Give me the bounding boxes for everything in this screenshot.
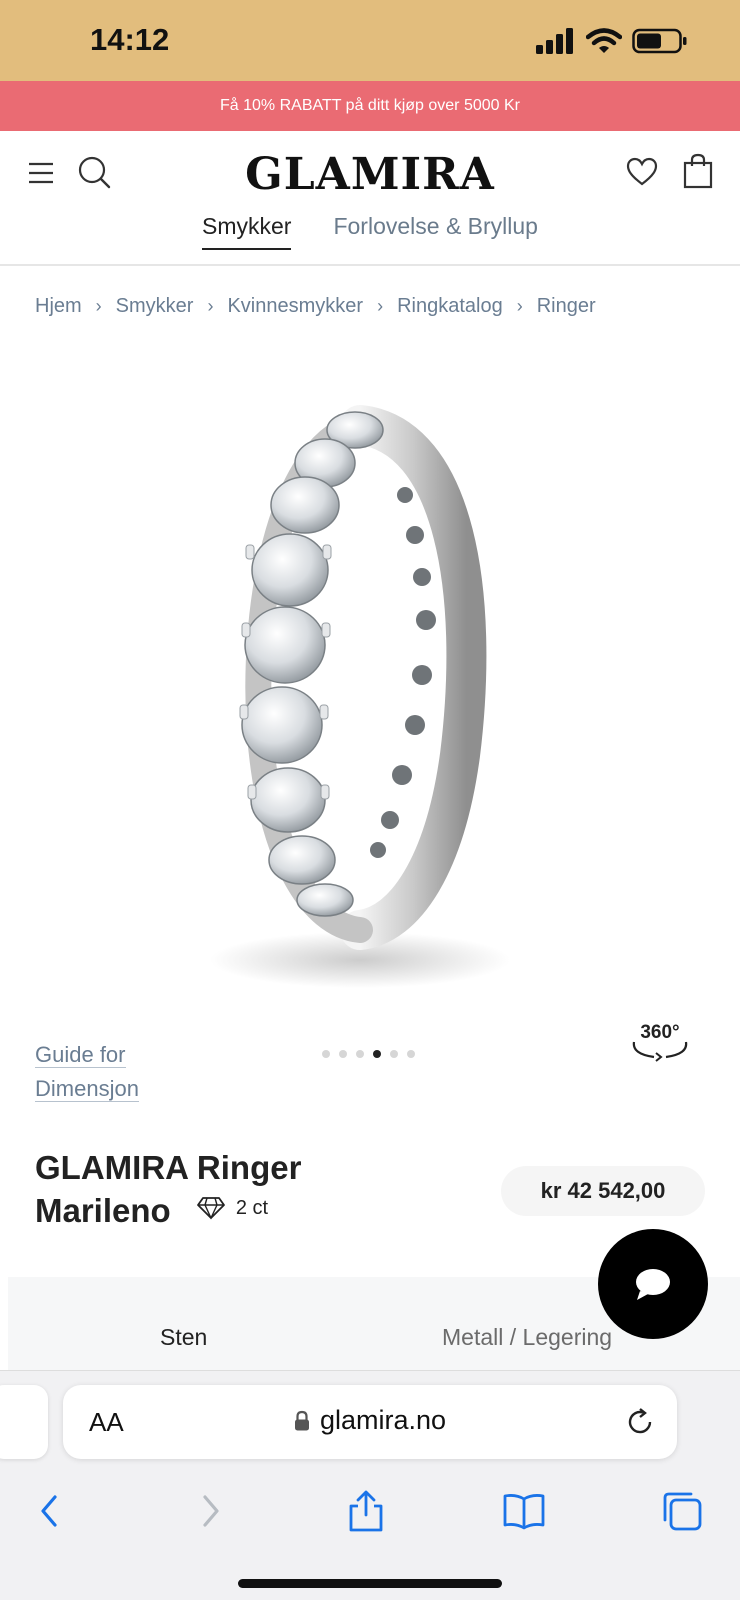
previous-tab-card[interactable]	[0, 1385, 48, 1459]
carousel-dot[interactable]	[339, 1050, 347, 1058]
tab-sten[interactable]: Sten	[160, 1324, 207, 1351]
chevron-right-icon: ›	[377, 296, 384, 316]
tab-metall-legering[interactable]: Metall / Legering	[442, 1324, 612, 1351]
wifi-icon	[586, 28, 622, 53]
product-title-line1: GLAMIRA Ringer	[35, 1149, 302, 1186]
tab-forlovelse-bryllup[interactable]: Forlovelse & Bryllup	[333, 213, 538, 250]
carousel-pagination	[322, 1050, 415, 1058]
view-360-label: 360°	[640, 1022, 679, 1043]
shopping-bag-icon[interactable]	[682, 153, 714, 189]
breadcrumb-item-kvinnesmykker[interactable]: Kvinnesmykker	[227, 295, 363, 318]
wishlist-heart-icon[interactable]	[626, 157, 658, 187]
carousel-dot[interactable]	[356, 1050, 364, 1058]
carat-info: 2 ct	[196, 1188, 268, 1228]
tab-smykker[interactable]: Smykker	[202, 213, 292, 250]
size-guide-line2: Dimensjon	[35, 1076, 139, 1102]
home-indicator	[238, 1579, 502, 1588]
status-time: 14:12	[90, 22, 170, 57]
breadcrumb: Hjem › Smykker › Kvinnesmykker › Ringkat…	[35, 295, 596, 318]
view-360-button[interactable]: 360°	[628, 1020, 692, 1064]
bookmarks-book-icon[interactable]	[502, 1489, 546, 1533]
back-arrow-icon[interactable]	[28, 1489, 72, 1533]
product-title: GLAMIRA Ringer Marileno 2 ct	[35, 1148, 301, 1231]
reload-icon[interactable]	[625, 1407, 655, 1437]
url-text: glamira.no	[319, 1405, 447, 1435]
diamond-icon	[196, 1197, 225, 1220]
chevron-right-icon: ›	[516, 296, 523, 316]
forward-arrow-icon[interactable]	[188, 1489, 232, 1533]
carousel-dot[interactable]	[407, 1050, 415, 1058]
breadcrumb-item-hjem[interactable]: Hjem	[35, 295, 82, 318]
browser-chrome: AA glamira.no	[0, 1370, 740, 1600]
browser-toolbar	[0, 1481, 740, 1551]
breadcrumb-item-ringer[interactable]: Ringer	[537, 295, 596, 318]
product-image-ring[interactable]	[190, 395, 530, 1025]
breadcrumb-item-ringkatalog[interactable]: Ringkatalog	[397, 295, 503, 318]
site-header: GLAMIRA Smykker Forlovelse & Bryllup	[0, 131, 740, 266]
chevron-right-icon: ›	[95, 296, 102, 316]
price-badge: kr 42 542,00	[501, 1166, 705, 1216]
carousel-dot[interactable]	[322, 1050, 330, 1058]
rotate-360-icon: 360°	[632, 1022, 688, 1062]
chat-button[interactable]	[598, 1229, 708, 1339]
carousel-dot[interactable]	[373, 1050, 381, 1058]
battery-icon	[632, 28, 687, 54]
cellular-signal-icon	[536, 28, 573, 54]
status-icons	[536, 28, 688, 54]
carat-value: 2 ct	[235, 1197, 269, 1219]
chat-bubble-icon	[636, 1269, 670, 1300]
carousel-dot[interactable]	[390, 1050, 398, 1058]
url-display[interactable]: glamira.no	[63, 1405, 677, 1436]
size-guide-link[interactable]: Guide for Dimensjon	[35, 1038, 139, 1106]
status-bar: 14:12	[0, 0, 740, 81]
chevron-right-icon: ›	[207, 296, 214, 316]
category-tabs: Smykker Forlovelse & Bryllup	[0, 213, 740, 250]
breadcrumb-item-smykker[interactable]: Smykker	[116, 295, 194, 318]
promo-text: Få 10% RABATT på ditt kjøp over 5000 Kr	[220, 97, 520, 114]
size-guide-line1: Guide for	[35, 1042, 126, 1068]
tabs-overview-icon[interactable]	[660, 1489, 704, 1533]
address-bar[interactable]: AA glamira.no	[63, 1385, 677, 1459]
lock-icon	[294, 1410, 309, 1430]
share-icon[interactable]	[344, 1489, 388, 1533]
promo-banner[interactable]: Få 10% RABATT på ditt kjøp over 5000 Kr	[0, 81, 740, 131]
product-title-line2: Marileno	[35, 1192, 171, 1229]
